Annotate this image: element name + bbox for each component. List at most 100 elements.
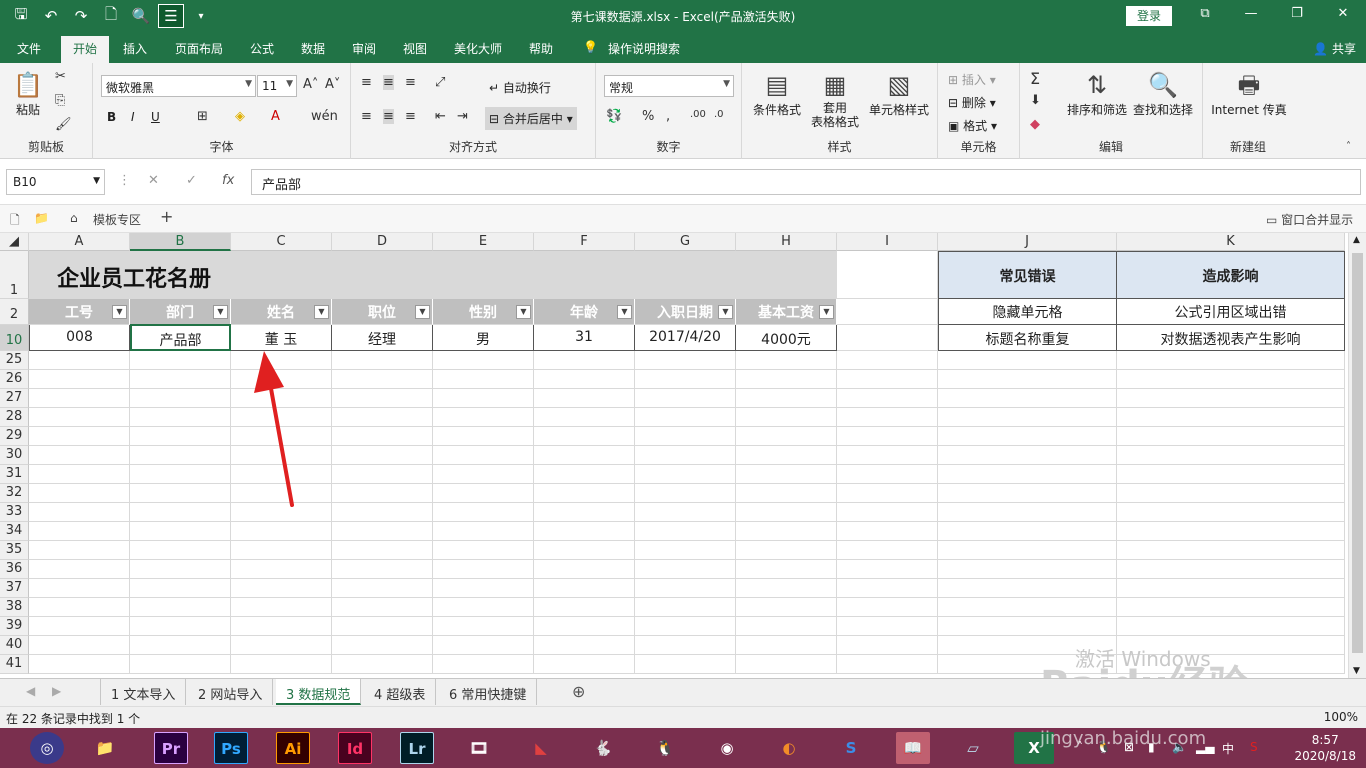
video-editor-icon[interactable]: 🎞: [462, 732, 496, 764]
cancel-icon[interactable]: ✕: [148, 173, 159, 188]
close-icon[interactable]: ✕: [1328, 6, 1358, 21]
filter-dropdown-icon[interactable]: ▼: [516, 305, 531, 319]
number-format-select[interactable]: 常规 ▼: [604, 75, 734, 97]
empty-cell[interactable]: [736, 617, 837, 636]
empty-cell[interactable]: [736, 484, 837, 503]
table-format-button[interactable]: ▦ 套用 表格格式: [806, 69, 864, 129]
empty-cell[interactable]: [29, 655, 130, 674]
side-cell-k2[interactable]: 公式引用区域出错: [1117, 299, 1345, 325]
wrap-text-button[interactable]: ↵ 自动换行: [489, 79, 551, 96]
empty-cell[interactable]: [534, 446, 635, 465]
login-button[interactable]: 登录: [1126, 6, 1172, 26]
empty-cell[interactable]: [130, 636, 231, 655]
empty-cell[interactable]: [130, 427, 231, 446]
empty-cell[interactable]: [736, 351, 837, 370]
photoshop-icon[interactable]: Ps: [214, 732, 248, 764]
empty-cell[interactable]: [332, 560, 433, 579]
empty-cell[interactable]: [130, 655, 231, 674]
fill-color-icon[interactable]: ◈: [235, 109, 245, 124]
filter-dropdown-icon[interactable]: ▼: [112, 305, 127, 319]
header-department[interactable]: 部门 ▼: [130, 299, 231, 325]
column-header-f[interactable]: F: [534, 233, 635, 251]
empty-cell[interactable]: [534, 351, 635, 370]
column-header-g[interactable]: G: [635, 233, 736, 251]
share-button[interactable]: 👤 共享: [1313, 40, 1356, 57]
empty-cell[interactable]: [534, 636, 635, 655]
empty-cell[interactable]: [837, 560, 938, 579]
empty-cell[interactable]: [130, 408, 231, 427]
empty-cell[interactable]: [1117, 465, 1345, 484]
delete-cells-button[interactable]: ⊟ 删除 ▾: [948, 94, 996, 111]
empty-cell[interactable]: [635, 484, 736, 503]
copy-icon[interactable]: ⎘: [55, 93, 65, 108]
empty-cell[interactable]: [534, 579, 635, 598]
empty-cell[interactable]: [938, 408, 1117, 427]
empty-cell[interactable]: [29, 408, 130, 427]
empty-cell[interactable]: [1117, 503, 1345, 522]
row-header-10[interactable]: 10: [0, 325, 29, 351]
find-select-button[interactable]: 🔍 查找和选择: [1130, 69, 1196, 118]
empty-cell[interactable]: [29, 370, 130, 389]
phonetic-icon[interactable]: wén: [311, 109, 338, 124]
row-header-28[interactable]: 28: [0, 408, 29, 427]
column-header-j[interactable]: J: [938, 233, 1117, 251]
header-name[interactable]: 姓名 ▼: [231, 299, 332, 325]
filter-dropdown-icon[interactable]: ▼: [314, 305, 329, 319]
empty-cell[interactable]: [433, 389, 534, 408]
empty-cell[interactable]: [130, 560, 231, 579]
row-header-32[interactable]: 32: [0, 484, 29, 503]
empty-cell[interactable]: [837, 522, 938, 541]
empty-cell[interactable]: [1117, 617, 1345, 636]
empty-cell[interactable]: [736, 522, 837, 541]
empty-cell[interactable]: [938, 465, 1117, 484]
prev-sheet-icon[interactable]: ◀: [26, 684, 35, 698]
align-right-icon[interactable]: ≡: [405, 109, 416, 124]
empty-cell[interactable]: [1117, 560, 1345, 579]
format-cells-button[interactable]: ▣ 格式 ▾: [948, 117, 997, 134]
premiere-icon[interactable]: Pr: [154, 732, 188, 764]
sheet-title[interactable]: 企业员工花名册: [29, 251, 837, 299]
zoom-level[interactable]: 100%: [1324, 710, 1358, 724]
enter-icon[interactable]: ✓: [186, 173, 197, 188]
illustrator-icon[interactable]: Ai: [276, 732, 310, 764]
increase-indent-icon[interactable]: ⇥: [457, 109, 468, 124]
empty-cell[interactable]: [130, 484, 231, 503]
empty-cell[interactable]: [332, 446, 433, 465]
empty-cell[interactable]: [837, 484, 938, 503]
empty-cell[interactable]: [231, 522, 332, 541]
insert-function-icon[interactable]: fx: [222, 173, 234, 188]
column-header-e[interactable]: E: [433, 233, 534, 251]
row-header-33[interactable]: 33: [0, 503, 29, 522]
empty-cell[interactable]: [635, 389, 736, 408]
empty-cell[interactable]: [534, 617, 635, 636]
align-left-icon[interactable]: ≡: [361, 109, 372, 124]
column-header-a[interactable]: A: [29, 233, 130, 251]
tab-page-layout[interactable]: 页面布局: [175, 40, 223, 57]
empty-cell[interactable]: [635, 598, 736, 617]
column-header-h[interactable]: H: [736, 233, 837, 251]
empty-cell[interactable]: [837, 351, 938, 370]
empty-cell[interactable]: [433, 598, 534, 617]
sheet-tab-2[interactable]: 2 网站导入: [188, 679, 274, 705]
border-icon[interactable]: ⊞: [197, 109, 208, 124]
tab-help[interactable]: 帮助: [529, 40, 553, 57]
tab-home[interactable]: 开始: [61, 36, 110, 63]
empty-cell[interactable]: [1117, 598, 1345, 617]
row-header-41[interactable]: 41: [0, 655, 29, 674]
header-id[interactable]: 工号 ▼: [29, 299, 130, 325]
select-all-corner[interactable]: ◢: [0, 233, 29, 251]
sort-filter-button[interactable]: ⇅ 排序和筛选: [1064, 69, 1130, 118]
empty-cell[interactable]: [29, 522, 130, 541]
empty-cell[interactable]: [1117, 427, 1345, 446]
empty-cell[interactable]: [29, 503, 130, 522]
empty-cell[interactable]: [433, 636, 534, 655]
empty-cell[interactable]: [231, 655, 332, 674]
tab-data[interactable]: 数据: [301, 40, 325, 57]
header-gender[interactable]: 性别 ▼: [433, 299, 534, 325]
empty-cell[interactable]: [736, 389, 837, 408]
empty-cell[interactable]: [130, 370, 231, 389]
row-header-39[interactable]: 39: [0, 617, 29, 636]
chat-app-icon[interactable]: 🐇: [586, 732, 620, 764]
filter-dropdown-icon[interactable]: ▼: [415, 305, 430, 319]
empty-cell[interactable]: [534, 465, 635, 484]
